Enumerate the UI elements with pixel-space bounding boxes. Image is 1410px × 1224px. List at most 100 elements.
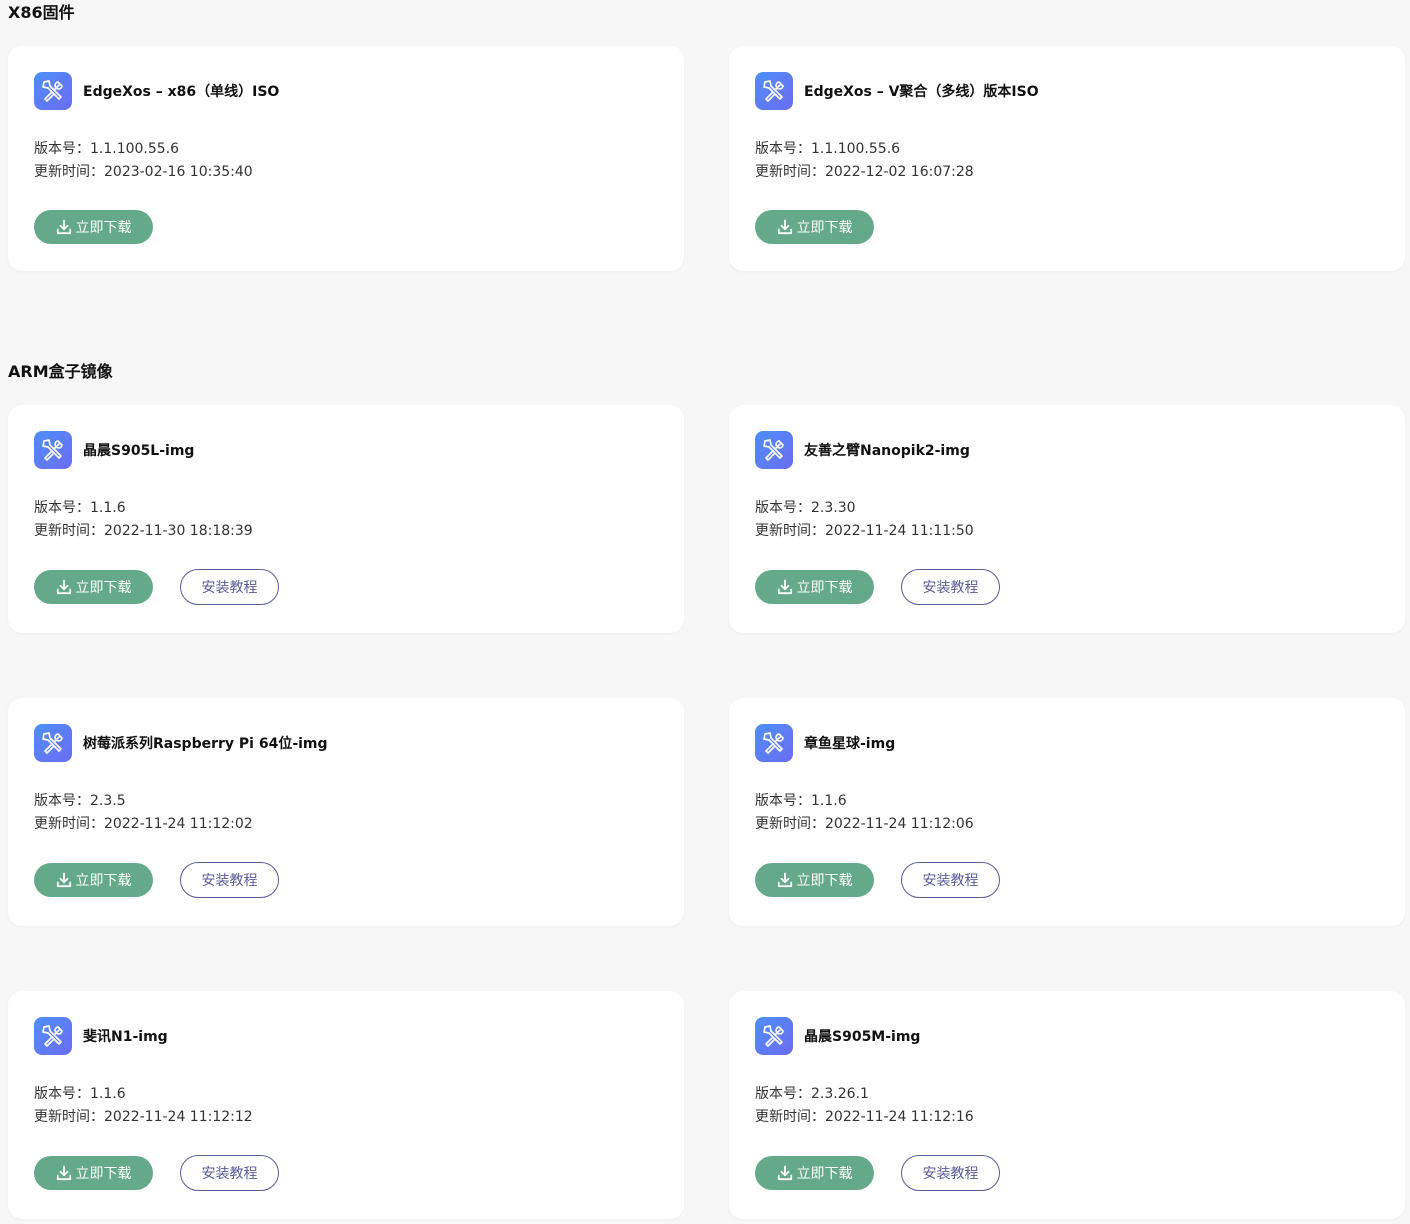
version-label: 版本号：: [755, 1086, 811, 1102]
tools-icon: [755, 431, 793, 469]
version-label: 版本号：: [34, 500, 90, 516]
tools-icon: [755, 1017, 793, 1055]
download-button[interactable]: 立即下载: [755, 570, 874, 604]
version-label: 版本号：: [755, 141, 811, 157]
version-value: 1.1.100.55.6: [811, 141, 901, 157]
firmware-card: EdgeXos – x86（单线）ISO 版本号：1.1.100.55.6 更新…: [8, 46, 684, 271]
updated-label: 更新时间：: [34, 1109, 104, 1125]
card-actions: 立即下载: [34, 210, 153, 244]
download-button[interactable]: 立即下载: [755, 210, 874, 244]
install-guide-button[interactable]: 安装教程: [901, 1155, 1000, 1191]
download-icon: [777, 872, 793, 888]
card-title: 斐讯N1-img: [83, 1029, 168, 1045]
download-icon: [777, 219, 793, 235]
card-meta: 版本号：1.1.100.55.6 更新时间：2022-12-02 16:07:2…: [755, 138, 974, 184]
install-guide-button[interactable]: 安装教程: [901, 862, 1000, 898]
version-value: 2.3.26.1: [811, 1086, 869, 1102]
version-label: 版本号：: [34, 793, 90, 809]
card-title: 晶晨S905L-img: [83, 443, 195, 459]
install-guide-button[interactable]: 安装教程: [180, 862, 279, 898]
updated-value: 2022-11-30 18:18:39: [104, 523, 253, 539]
version-value: 1.1.6: [90, 500, 126, 516]
card-header: EdgeXos – V聚合（多线）版本ISO: [755, 72, 1039, 110]
card-actions: 立即下载 安装教程: [755, 1155, 1000, 1191]
updated-value: 2023-02-16 10:35:40: [104, 164, 253, 180]
tools-icon: [34, 431, 72, 469]
firmware-card: 章鱼星球-img 版本号：1.1.6 更新时间：2022-11-24 11:12…: [729, 698, 1405, 926]
card-header: 树莓派系列Raspberry Pi 64位-img: [34, 724, 328, 762]
download-icon: [777, 1165, 793, 1181]
section-title-arm: ARM盒子镜像: [8, 362, 113, 381]
firmware-card: EdgeXos – V聚合（多线）版本ISO 版本号：1.1.100.55.6 …: [729, 46, 1405, 271]
updated-value: 2022-12-02 16:07:28: [825, 164, 974, 180]
card-header: 章鱼星球-img: [755, 724, 895, 762]
card-meta: 版本号：1.1.6 更新时间：2022-11-30 18:18:39: [34, 497, 253, 543]
download-label: 立即下载: [796, 873, 853, 889]
install-guide-button[interactable]: 安装教程: [180, 569, 279, 605]
download-label: 立即下载: [796, 1166, 853, 1182]
card-meta: 版本号：2.3.26.1 更新时间：2022-11-24 11:12:16: [755, 1083, 974, 1129]
download-label: 立即下载: [75, 873, 132, 889]
card-header: 晶晨S905M-img: [755, 1017, 920, 1055]
firmware-download-page: X86固件 EdgeXos – x86（单线）ISO 版本号：1.1.100.5…: [0, 0, 1410, 1224]
card-meta: 版本号：2.3.5 更新时间：2022-11-24 11:12:02: [34, 790, 253, 836]
version-label: 版本号：: [34, 1086, 90, 1102]
card-actions: 立即下载 安装教程: [34, 862, 279, 898]
card-meta: 版本号：2.3.30 更新时间：2022-11-24 11:11:50: [755, 497, 974, 543]
card-title: EdgeXos – V聚合（多线）版本ISO: [804, 84, 1039, 100]
download-icon: [56, 219, 72, 235]
card-header: 斐讯N1-img: [34, 1017, 168, 1055]
firmware-card: 晶晨S905M-img 版本号：2.3.26.1 更新时间：2022-11-24…: [729, 991, 1405, 1219]
tools-icon: [755, 72, 793, 110]
section-title-x86: X86固件: [8, 3, 75, 22]
card-meta: 版本号：1.1.100.55.6 更新时间：2023-02-16 10:35:4…: [34, 138, 253, 184]
download-button[interactable]: 立即下载: [34, 863, 153, 897]
download-icon: [777, 579, 793, 595]
firmware-card: 斐讯N1-img 版本号：1.1.6 更新时间：2022-11-24 11:12…: [8, 991, 684, 1219]
version-value: 2.3.30: [811, 500, 856, 516]
updated-value: 2022-11-24 11:12:06: [825, 816, 974, 832]
install-guide-button[interactable]: 安装教程: [180, 1155, 279, 1191]
download-button[interactable]: 立即下载: [34, 210, 153, 244]
download-button[interactable]: 立即下载: [755, 863, 874, 897]
card-title: 晶晨S905M-img: [804, 1029, 921, 1045]
card-actions: 立即下载: [755, 210, 874, 244]
tools-icon: [34, 72, 72, 110]
download-label: 立即下载: [796, 220, 853, 236]
version-label: 版本号：: [34, 141, 90, 157]
download-button[interactable]: 立即下载: [34, 1156, 153, 1190]
version-value: 1.1.6: [811, 793, 847, 809]
tools-icon: [34, 1017, 72, 1055]
updated-label: 更新时间：: [755, 1109, 825, 1125]
updated-label: 更新时间：: [34, 816, 104, 832]
version-label: 版本号：: [755, 793, 811, 809]
updated-value: 2022-11-24 11:12:16: [825, 1109, 974, 1125]
card-header: EdgeXos – x86（单线）ISO: [34, 72, 279, 110]
firmware-card: 树莓派系列Raspberry Pi 64位-img 版本号：2.3.5 更新时间…: [8, 698, 684, 926]
tools-icon: [755, 724, 793, 762]
card-meta: 版本号：1.1.6 更新时间：2022-11-24 11:12:06: [755, 790, 974, 836]
card-actions: 立即下载 安装教程: [755, 862, 1000, 898]
download-icon: [56, 872, 72, 888]
card-header: 晶晨S905L-img: [34, 431, 194, 469]
updated-label: 更新时间：: [755, 164, 825, 180]
card-meta: 版本号：1.1.6 更新时间：2022-11-24 11:12:12: [34, 1083, 253, 1129]
install-guide-button[interactable]: 安装教程: [901, 569, 1000, 605]
tools-icon: [34, 724, 72, 762]
updated-label: 更新时间：: [34, 164, 104, 180]
download-icon: [56, 579, 72, 595]
download-label: 立即下载: [75, 220, 132, 236]
download-label: 立即下载: [75, 1166, 132, 1182]
updated-label: 更新时间：: [755, 523, 825, 539]
card-title: 树莓派系列Raspberry Pi 64位-img: [83, 736, 328, 752]
download-button[interactable]: 立即下载: [755, 1156, 874, 1190]
download-button[interactable]: 立即下载: [34, 570, 153, 604]
card-title: 友善之臂Nanopik2-img: [804, 443, 970, 459]
firmware-card: 友善之臂Nanopik2-img 版本号：2.3.30 更新时间：2022-11…: [729, 405, 1405, 633]
card-title: 章鱼星球-img: [804, 736, 896, 752]
firmware-card: 晶晨S905L-img 版本号：1.1.6 更新时间：2022-11-30 18…: [8, 405, 684, 633]
card-actions: 立即下载 安装教程: [34, 569, 279, 605]
download-label: 立即下载: [75, 580, 132, 596]
updated-label: 更新时间：: [34, 523, 104, 539]
card-actions: 立即下载 安装教程: [755, 569, 1000, 605]
